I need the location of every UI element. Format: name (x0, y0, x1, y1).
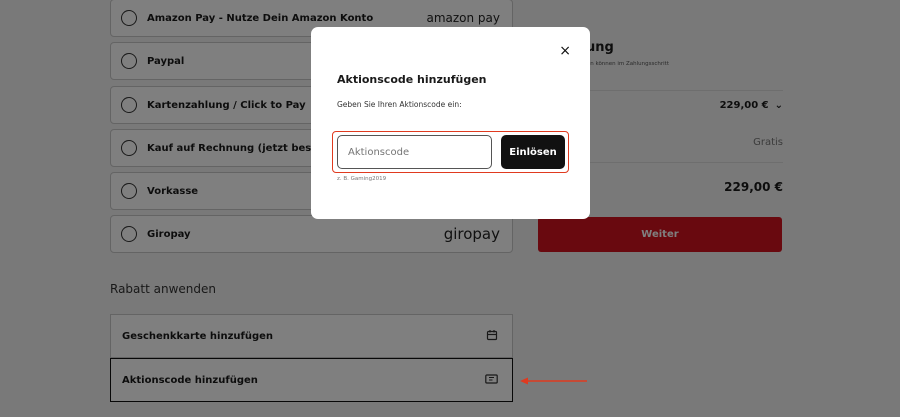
redeem-button[interactable]: Einlösen (501, 135, 565, 169)
modal-subtitle: Geben Sie Ihren Aktionscode ein: (337, 100, 462, 109)
modal-title: Aktionscode hinzufügen (337, 73, 487, 86)
close-icon[interactable]: × (559, 44, 571, 58)
promo-code-hint: z. B. Gaming2019 (337, 176, 387, 182)
promo-code-modal: × Aktionscode hinzufügen Geben Sie Ihren… (311, 27, 590, 219)
annotation-arrow (520, 377, 587, 385)
promo-code-input[interactable] (337, 135, 492, 169)
